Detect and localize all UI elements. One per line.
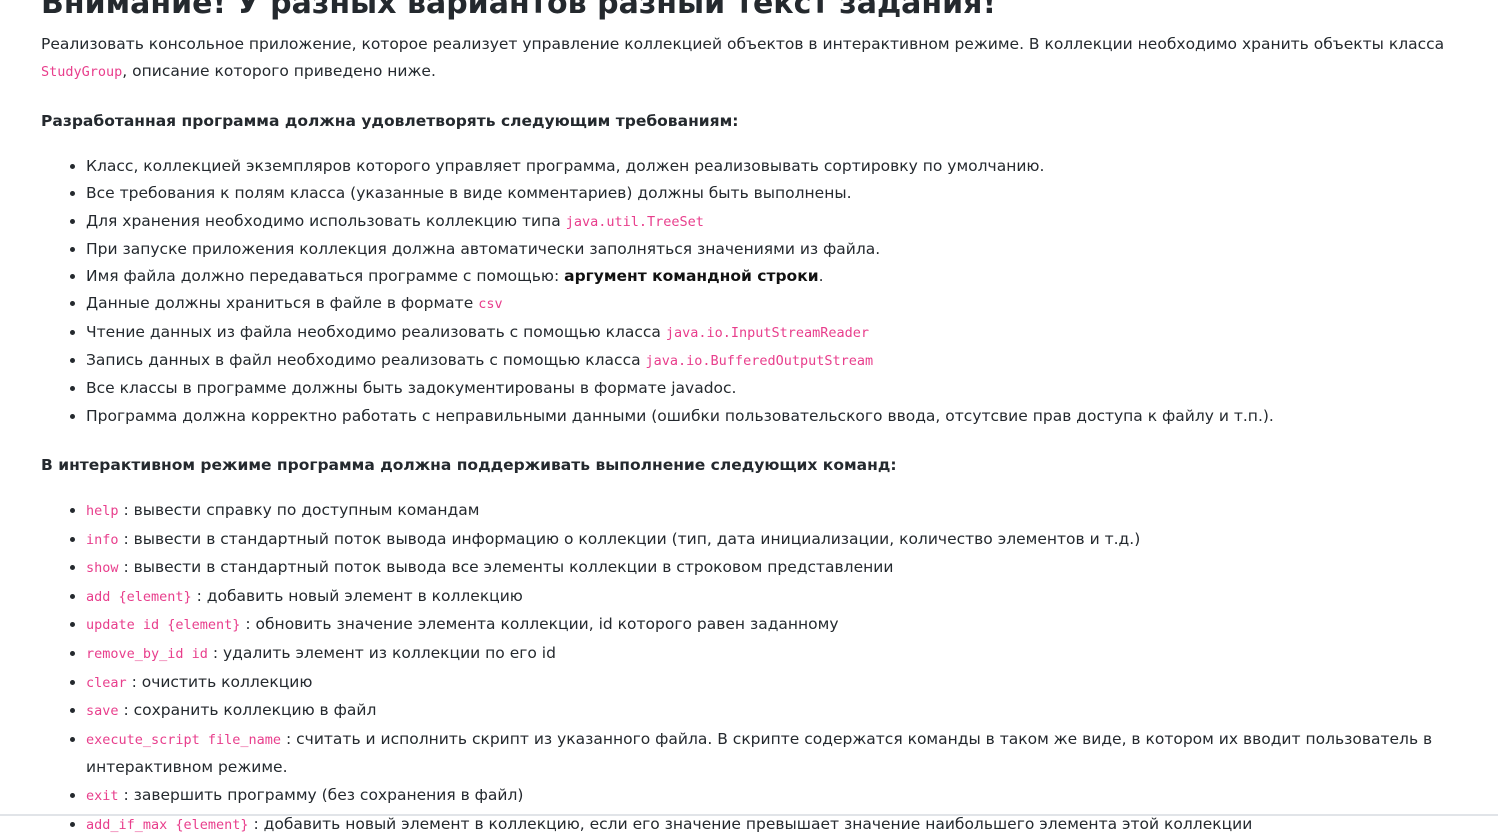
command-item: clear : очистить коллекцию <box>86 669 1461 698</box>
command-code: exit <box>86 788 119 804</box>
command-item: save : сохранить коллекцию в файл <box>86 697 1461 726</box>
command-code: info <box>86 532 119 548</box>
item-code: java.io.InputStreamReader <box>666 325 869 341</box>
item-text: Все классы в программе должны быть задок… <box>86 379 736 397</box>
command-description: : вывести в стандартный поток вывода инф… <box>119 530 1141 548</box>
list-item: Запись данных в файл необходимо реализов… <box>86 347 1461 375</box>
command-code: update id {element} <box>86 617 240 633</box>
command-description: : вывести в стандартный поток вывода все… <box>119 558 894 576</box>
command-item: execute_script file_name : считать и исп… <box>86 726 1461 782</box>
list-item: Чтение данных из файла необходимо реализ… <box>86 319 1461 347</box>
command-code: save <box>86 703 119 719</box>
requirements-list: Класс, коллекцией экземпляров которого у… <box>41 153 1461 430</box>
list-item: Имя файла должно передаваться программе … <box>86 263 1461 290</box>
list-item: Программа должна корректно работать с не… <box>86 403 1461 430</box>
intro-class-code: StudyGroup <box>41 64 122 80</box>
command-description: : вывести справку по доступным командам <box>119 501 480 519</box>
command-code: execute_script file_name <box>86 732 281 748</box>
list-item: Все требования к полям класса (указанные… <box>86 180 1461 207</box>
command-item: help : вывести справку по доступным кома… <box>86 497 1461 526</box>
item-text: Для хранения необходимо использовать кол… <box>86 212 566 230</box>
commands-heading: В интерактивном режиме программа должна … <box>41 452 1461 478</box>
item-text: Все требования к полям класса (указанные… <box>86 184 852 202</box>
command-item: exit : завершить программу (без сохранен… <box>86 782 1461 811</box>
command-item: remove_by_id id : удалить элемент из кол… <box>86 640 1461 669</box>
item-text: Имя файла должно передаваться программе … <box>86 267 564 285</box>
command-code: remove_by_id id <box>86 646 208 662</box>
command-item: add {element} : добавить новый элемент в… <box>86 583 1461 612</box>
intro-paragraph: Реализовать консольное приложение, котор… <box>41 31 1461 86</box>
list-item: Данные должны храниться в файле в формат… <box>86 290 1461 318</box>
command-description: : удалить элемент из коллекции по его id <box>208 644 556 662</box>
item-text: Данные должны храниться в файле в формат… <box>86 294 478 312</box>
command-description: : завершить программу (без сохранения в … <box>119 786 524 804</box>
command-description: : обновить значение элемента коллекции, … <box>240 615 838 633</box>
scroll-edge-divider <box>0 814 1498 816</box>
list-item: При запуске приложения коллекция должна … <box>86 236 1461 263</box>
list-item: Для хранения необходимо использовать кол… <box>86 208 1461 236</box>
command-description: : добавить новый элемент в коллекцию, ес… <box>249 815 1253 833</box>
item-code: java.util.TreeSet <box>566 214 704 230</box>
command-item: info : вывести в стандартный поток вывод… <box>86 526 1461 555</box>
command-description: : считать и исполнить скрипт из указанно… <box>86 730 1432 777</box>
command-code: add_if_max {element} <box>86 817 249 833</box>
item-bold: аргумент командной строки <box>564 267 818 285</box>
item-code: csv <box>478 296 502 312</box>
item-text: Программа должна корректно работать с не… <box>86 407 1274 425</box>
document-content: Внимание! У разных вариантов разный текс… <box>41 0 1461 839</box>
intro-text-end: , описание которого приведено ниже. <box>122 62 436 80</box>
command-item: show : вывести в стандартный поток вывод… <box>86 554 1461 583</box>
item-text: . <box>819 267 824 285</box>
item-text: Запись данных в файл необходимо реализов… <box>86 351 646 369</box>
command-description: : очистить коллекцию <box>127 673 313 691</box>
commands-list: help : вывести справку по доступным кома… <box>41 497 1461 839</box>
command-item: update id {element} : обновить значение … <box>86 611 1461 640</box>
requirements-heading: Разработанная программа должна удовлетво… <box>41 108 1461 134</box>
command-code: add {element} <box>86 589 192 605</box>
command-code: help <box>86 503 119 519</box>
command-description: : добавить новый элемент в коллекцию <box>192 587 523 605</box>
intro-text: Реализовать консольное приложение, котор… <box>41 35 1444 53</box>
item-code: java.io.BufferedOutputStream <box>646 353 874 369</box>
command-description: : сохранить коллекцию в файл <box>119 701 377 719</box>
command-code: show <box>86 560 119 576</box>
item-text: Чтение данных из файла необходимо реализ… <box>86 323 666 341</box>
item-text: Класс, коллекцией экземпляров которого у… <box>86 157 1044 175</box>
page-title: Внимание! У разных вариантов разный текс… <box>41 0 1461 22</box>
list-item: Все классы в программе должны быть задок… <box>86 375 1461 402</box>
list-item: Класс, коллекцией экземпляров которого у… <box>86 153 1461 180</box>
item-text: При запуске приложения коллекция должна … <box>86 240 880 258</box>
command-code: clear <box>86 675 127 691</box>
